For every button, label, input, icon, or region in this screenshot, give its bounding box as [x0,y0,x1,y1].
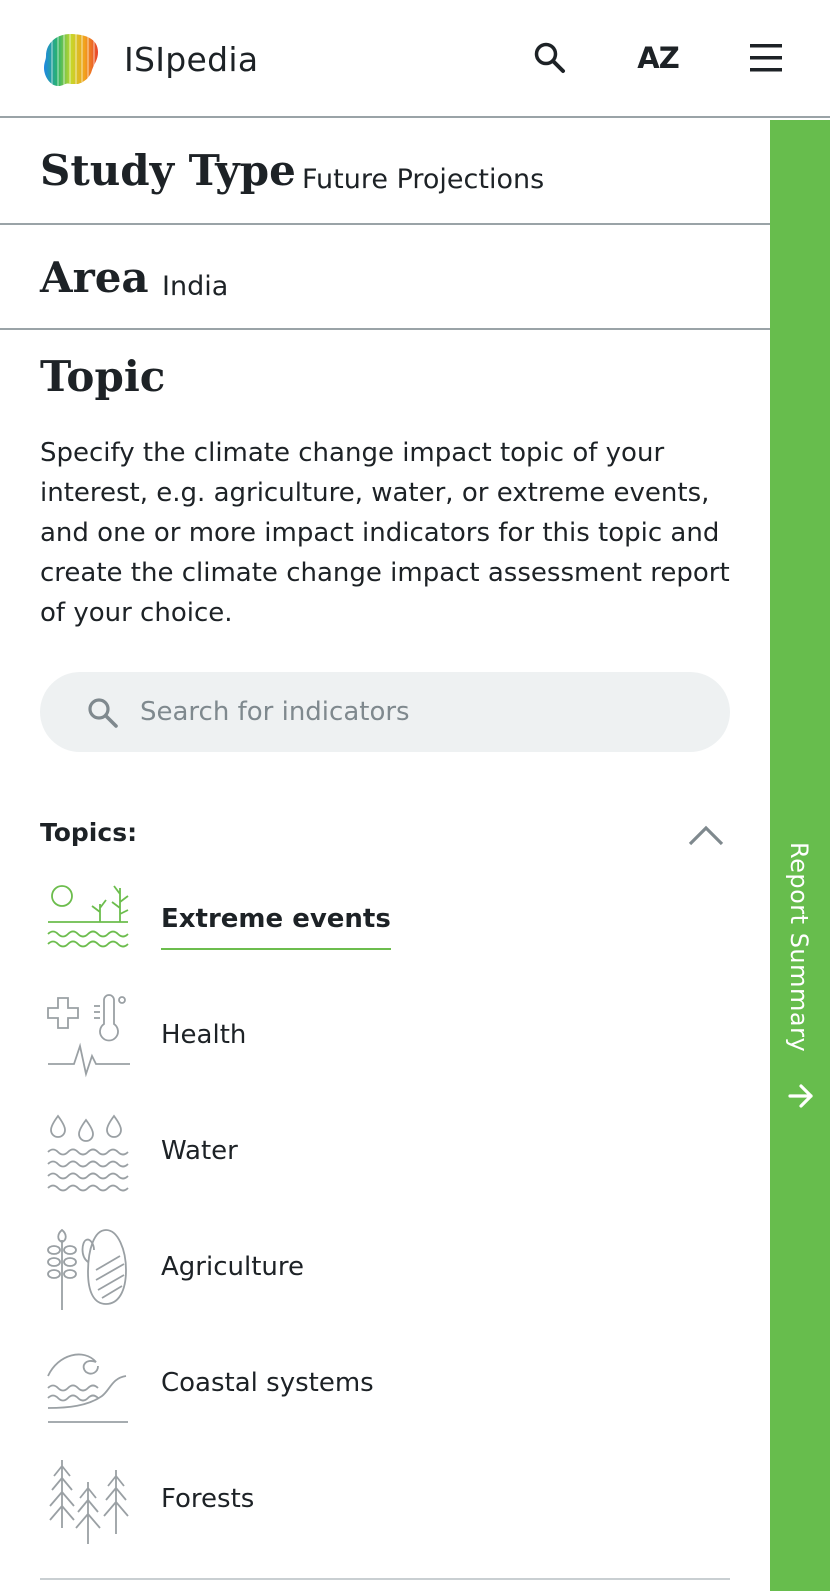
report-summary-label: Report Summary [785,842,813,1053]
area-label: Area [40,253,149,302]
divider [40,1578,730,1580]
study-type-value: Future Projections [302,164,545,195]
agriculture-icon [47,1228,127,1310]
indicator-search-input[interactable] [140,672,700,752]
topic-label: Agriculture [161,1252,304,1282]
topic-label: Coastal systems [161,1368,374,1398]
menu-button[interactable] [738,30,794,86]
study-type-row[interactable]: Study Type Future Projections [0,120,770,225]
topic-item-forests[interactable]: Forests [40,1452,740,1552]
study-type-label: Study Type [40,146,296,195]
area-value: India [162,271,229,302]
coastal-systems-icon [47,1353,128,1423]
report-summary-tab[interactable]: Report Summary [770,120,830,1591]
indicator-search-box[interactable] [40,672,730,752]
topic-item-water[interactable]: Water [40,1104,740,1204]
topic-description: Specify the climate change impact topic … [40,438,730,628]
topic-item-agriculture[interactable]: Agriculture [40,1220,740,1320]
area-row[interactable]: Area India [0,225,770,330]
search-icon [534,42,565,73]
isipedia-logo[interactable] [40,28,102,90]
az-index-button[interactable]: AZ [630,30,686,86]
search-icon [88,698,118,728]
top-header: ISIpedia AZ [0,0,830,118]
arrow-right-icon [788,1084,813,1108]
topic-title: Topic [40,352,166,401]
water-icon [47,1114,129,1192]
header-search-button[interactable] [522,30,578,86]
health-icon [47,994,130,1078]
topic-label: Extreme events [161,904,391,950]
chevron-up-icon[interactable] [684,818,728,852]
hamburger-menu-icon [750,44,782,72]
topic-item-extreme-events[interactable]: Extreme events [40,872,740,972]
forests-icon [49,1460,129,1544]
topic-item-health[interactable]: Health [40,988,740,1088]
topic-item-coastal-systems[interactable]: Coastal systems [40,1336,740,1436]
brand-name[interactable]: ISIpedia [124,40,258,79]
topic-label: Forests [161,1484,255,1514]
topic-label: Health [161,1020,247,1050]
extreme-events-icon [47,885,129,948]
topics-heading: Topics: [40,818,138,847]
topic-label: Water [161,1136,238,1166]
